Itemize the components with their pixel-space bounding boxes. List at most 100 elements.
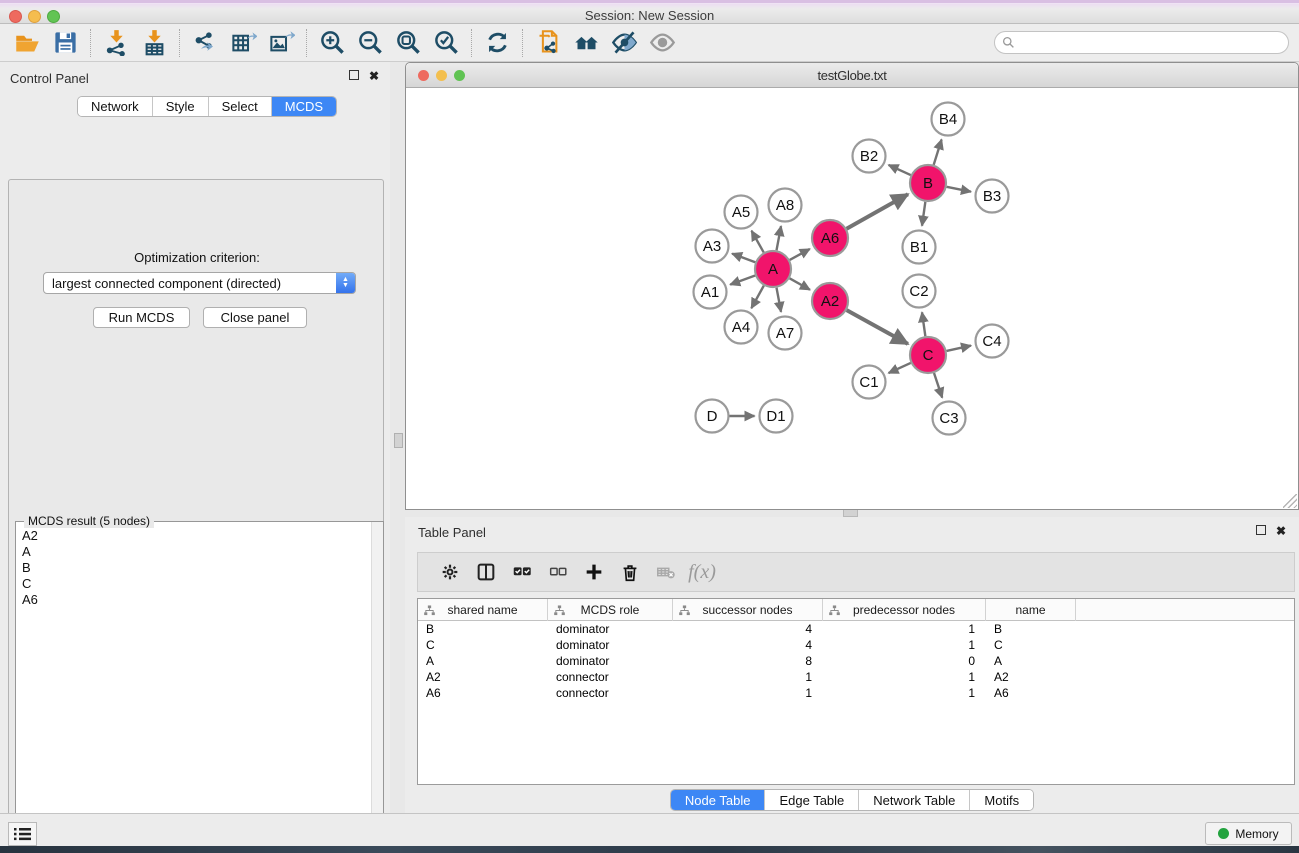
toolbar-separator: [179, 29, 180, 57]
table-close-panel-icon[interactable]: ✖: [1275, 525, 1287, 537]
column-header-MCDS-role[interactable]: MCDS role: [548, 599, 673, 621]
run-mcds-button[interactable]: Run MCDS: [93, 307, 190, 328]
table-cell[interactable]: 1: [823, 669, 986, 685]
home-icon[interactable]: [567, 27, 605, 59]
table-cell[interactable]: dominator: [548, 621, 673, 637]
column-header-successor-nodes[interactable]: successor nodes: [673, 599, 823, 621]
split-panel-icon[interactable]: [468, 557, 504, 587]
function-builder-icon: f(x): [684, 557, 720, 587]
toolbar-separator: [522, 29, 523, 57]
table-row[interactable]: A2connector11A2: [418, 669, 1294, 685]
node-label-B3: B3: [983, 188, 1001, 205]
table-cell[interactable]: 1: [823, 685, 986, 701]
tab-mcds[interactable]: MCDS: [272, 97, 336, 116]
table-cell[interactable]: A6: [418, 685, 548, 701]
table-cell[interactable]: C: [418, 637, 548, 653]
edge-C-C4: [947, 346, 971, 351]
table-cell[interactable]: dominator: [548, 653, 673, 669]
table-cell[interactable]: 4: [673, 621, 823, 637]
table-cell[interactable]: A: [986, 653, 1076, 669]
search-input[interactable]: [1015, 36, 1288, 50]
table-cell[interactable]: A6: [986, 685, 1076, 701]
delete-columns-icon[interactable]: [612, 557, 648, 587]
task-history-button[interactable]: [8, 822, 37, 846]
table-cell[interactable]: A2: [418, 669, 548, 685]
tab-select[interactable]: Select: [209, 97, 272, 116]
table-cell[interactable]: 4: [673, 637, 823, 653]
optimization-criterion-label: Optimization criterion:: [9, 250, 385, 265]
table-cell[interactable]: 1: [673, 685, 823, 701]
mcds-result-item[interactable]: A2: [22, 528, 370, 544]
table-row[interactable]: Bdominator41B: [418, 621, 1294, 637]
tab-network[interactable]: Network: [78, 97, 153, 116]
mcds-result-item[interactable]: A6: [22, 592, 370, 608]
table-settings-gear-icon[interactable]: [432, 557, 468, 587]
table-cell[interactable]: 0: [823, 653, 986, 669]
result-scrollbar[interactable]: [371, 522, 383, 853]
table-cell[interactable]: A: [418, 653, 548, 669]
window-resize-grip[interactable]: [1283, 494, 1297, 508]
memory-button[interactable]: Memory: [1205, 822, 1292, 845]
export-network-icon[interactable]: [186, 27, 224, 59]
tab-style[interactable]: Style: [153, 97, 209, 116]
zoom-in-icon[interactable]: [313, 27, 351, 59]
zoom-fit-icon[interactable]: [389, 27, 427, 59]
mcds-result-box: MCDS result (5 nodes) A2ABCA6: [15, 521, 384, 853]
column-header-name[interactable]: name: [986, 599, 1076, 621]
table-cell[interactable]: 1: [673, 669, 823, 685]
table-cell[interactable]: A2: [986, 669, 1076, 685]
mcds-result-item[interactable]: C: [22, 576, 370, 592]
table-cell[interactable]: 8: [673, 653, 823, 669]
create-new-column-icon[interactable]: [576, 557, 612, 587]
toggle-graphics-details-icon[interactable]: [605, 27, 643, 59]
network-canvas[interactable]: B4B2BB3A5A8A6B1A3AA1C2A2A4A7C4CC1C3DD1: [406, 88, 1298, 509]
table-row[interactable]: Cdominator41C: [418, 637, 1294, 653]
application-window: Session: New Session Control Panel ✖ Net…: [0, 0, 1299, 853]
status-bar: Memory: [0, 813, 1299, 846]
tab-motifs[interactable]: Motifs: [970, 790, 1033, 810]
edge-B-B2: [889, 165, 911, 175]
vertical-splitter-handle[interactable]: [394, 433, 403, 448]
table-row[interactable]: Adominator80A: [418, 653, 1294, 669]
table-row[interactable]: A6connector11A6: [418, 685, 1294, 701]
table-cell[interactable]: dominator: [548, 637, 673, 653]
table-float-panel-icon[interactable]: [1256, 525, 1266, 535]
table-cell[interactable]: C: [986, 637, 1076, 653]
network-window-titlebar: testGlobe.txt: [406, 63, 1298, 88]
open-file-icon[interactable]: [8, 27, 46, 59]
table-cell[interactable]: connector: [548, 685, 673, 701]
table-cell[interactable]: 1: [823, 621, 986, 637]
export-image-icon[interactable]: [262, 27, 300, 59]
node-label-C3: C3: [939, 410, 958, 427]
select-all-columns-icon[interactable]: [504, 557, 540, 587]
column-header-predecessor-nodes[interactable]: predecessor nodes: [823, 599, 986, 621]
column-header-shared-name[interactable]: shared name: [418, 599, 548, 621]
network-from-document-icon[interactable]: [529, 27, 567, 59]
search-field[interactable]: [994, 31, 1289, 54]
save-session-icon[interactable]: [46, 27, 84, 59]
zoom-out-icon[interactable]: [351, 27, 389, 59]
tab-node-table[interactable]: Node Table: [671, 790, 766, 810]
close-panel-button[interactable]: Close panel: [203, 307, 307, 328]
float-panel-icon[interactable]: [349, 70, 359, 80]
zoom-selected-icon[interactable]: [427, 27, 465, 59]
refresh-icon[interactable]: [478, 27, 516, 59]
optimization-criterion-dropdown[interactable]: largest connected component (directed) ▲…: [43, 272, 356, 294]
table-cell[interactable]: connector: [548, 669, 673, 685]
table-panel-title: Table Panel: [418, 525, 486, 540]
edge-C-C2: [922, 312, 925, 336]
table-cell[interactable]: B: [986, 621, 1076, 637]
import-network-from-file-icon[interactable]: [97, 27, 135, 59]
control-panel: Control Panel ✖ NetworkStyleSelectMCDS O…: [0, 62, 390, 813]
table-cell[interactable]: 1: [823, 637, 986, 653]
table-cell[interactable]: B: [418, 621, 548, 637]
tab-network-table[interactable]: Network Table: [859, 790, 970, 810]
mcds-result-item[interactable]: A: [22, 544, 370, 560]
mcds-result-item[interactable]: B: [22, 560, 370, 576]
close-panel-icon[interactable]: ✖: [368, 70, 380, 82]
tab-edge-table[interactable]: Edge Table: [765, 790, 859, 810]
export-table-icon[interactable]: [224, 27, 262, 59]
import-table-from-file-icon[interactable]: [135, 27, 173, 59]
horizontal-splitter-handle[interactable]: [843, 509, 858, 517]
deselect-all-columns-icon[interactable]: [540, 557, 576, 587]
